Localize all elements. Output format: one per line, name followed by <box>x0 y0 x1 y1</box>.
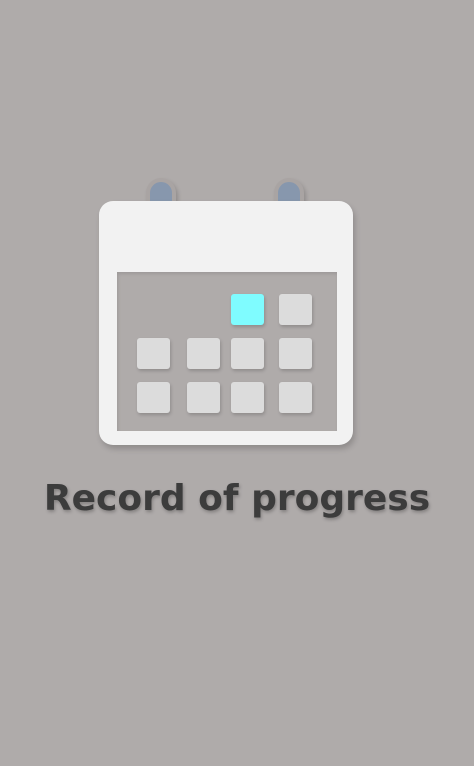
page-title: Record of progress <box>43 478 431 519</box>
calendar-icon <box>99 201 353 445</box>
calendar-day-highlighted <box>231 294 264 325</box>
calendar-day <box>187 338 220 369</box>
calendar-day <box>231 382 264 413</box>
calendar-day <box>187 382 220 413</box>
calendar-day <box>137 338 170 369</box>
progress-screen: Record of progress <box>0 0 474 766</box>
calendar-day <box>279 294 312 325</box>
calendar-grid <box>117 272 337 431</box>
calendar-day <box>231 338 264 369</box>
calendar-day <box>279 382 312 413</box>
calendar-day <box>137 382 170 413</box>
calendar-day <box>279 338 312 369</box>
